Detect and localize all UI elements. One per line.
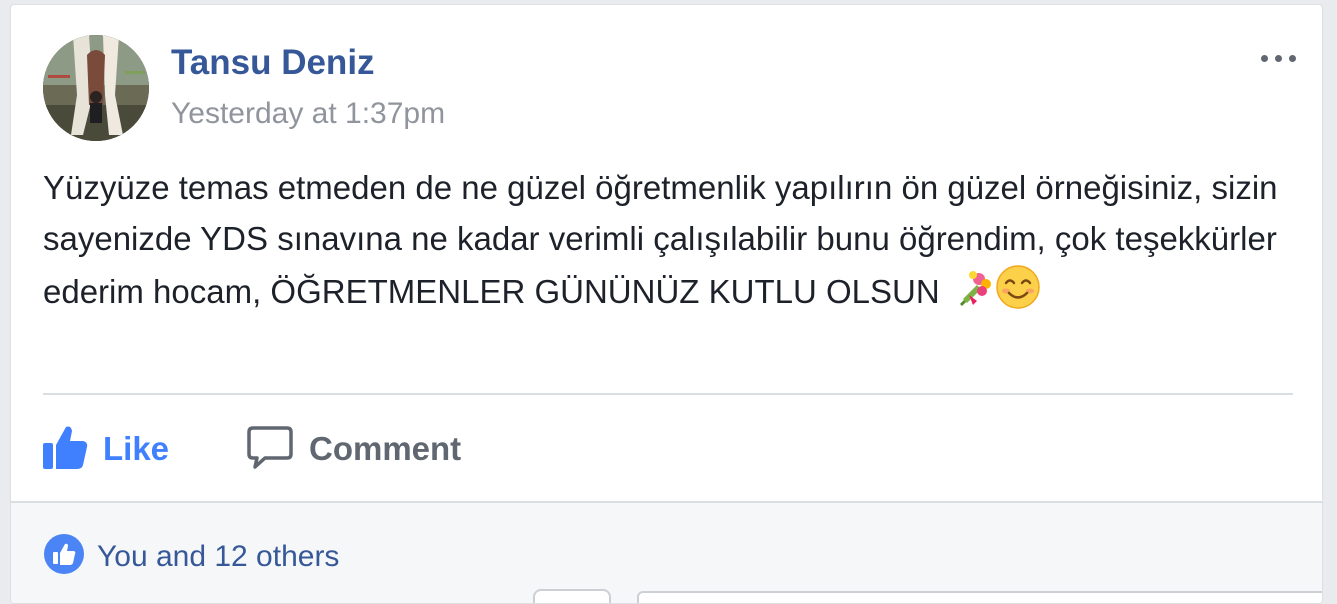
- likes-summary[interactable]: You and 12 others: [43, 533, 339, 580]
- avatar[interactable]: [43, 35, 149, 141]
- speech-bubble-icon: [247, 424, 293, 475]
- author-name[interactable]: Tansu Deniz: [171, 43, 375, 83]
- comment-label: Comment: [309, 430, 462, 467]
- reactions-footer: You and 12 others: [11, 501, 1322, 603]
- thumbs-up-icon: [41, 423, 89, 476]
- post-body: Yüzyüze temas etmeden de ne güzel öğretm…: [43, 163, 1303, 325]
- divider: [43, 393, 1293, 395]
- like-button[interactable]: Like: [41, 417, 169, 481]
- like-label: Like: [103, 430, 170, 467]
- smiling-face-emoji: [995, 264, 1041, 325]
- like-badge-icon: [43, 533, 85, 580]
- partial-control[interactable]: [533, 589, 611, 603]
- comment-button[interactable]: Comment: [247, 417, 461, 481]
- ellipsis-icon[interactable]: [1255, 39, 1303, 75]
- likes-summary-text: You and 12 others: [97, 539, 340, 573]
- post-timestamp[interactable]: Yesterday at 1:37pm: [171, 97, 445, 131]
- post-header: Tansu Deniz Yesterday at 1:37pm: [11, 5, 1322, 155]
- post-text: Yüzyüze temas etmeden de ne güzel öğretm…: [43, 169, 1278, 310]
- post-card: Tansu Deniz Yesterday at 1:37pm Yüzyüze …: [10, 4, 1323, 604]
- bouquet-emoji: [955, 267, 995, 322]
